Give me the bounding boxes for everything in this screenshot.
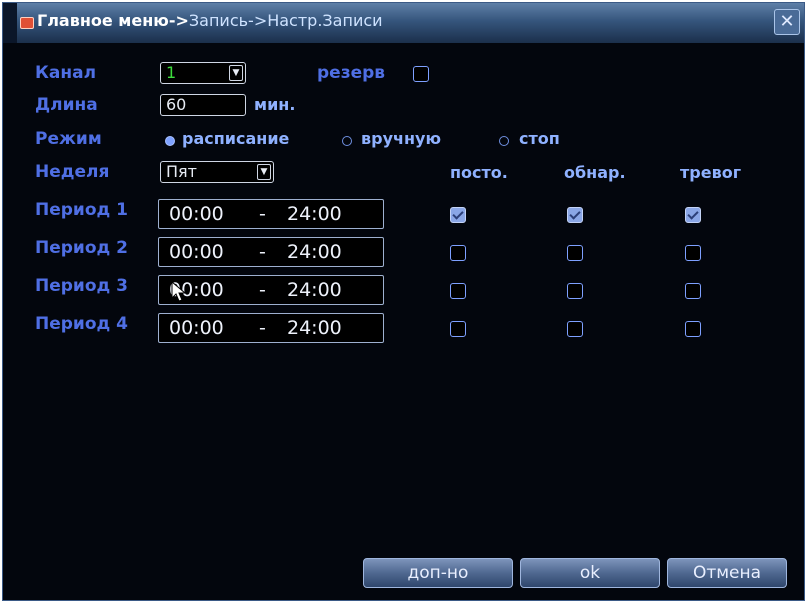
period-time-separator: - [259,317,266,339]
mode-manual-label: вручную [361,129,442,148]
length-unit: мин. [254,95,296,114]
period-label: Период 2 [35,238,128,258]
period-label: Период 3 [35,276,128,296]
mode-manual-radio[interactable] [342,136,352,146]
week-label: Неделя [35,162,110,182]
period-regular-checkbox[interactable] [450,283,466,299]
breadcrumb-main-menu: Главное меню-> [37,11,189,30]
breadcrumb-path: Запись->Настр.Записи [188,11,383,30]
reserve-checkbox[interactable] [413,66,429,82]
period-label: Период 4 [35,314,128,334]
period-start-time: 00:00 [169,241,224,263]
chevron-down-icon: ▼ [257,164,271,180]
breadcrumb: Главное меню->Запись->Настр.Записи [37,11,383,30]
period-regular-checkbox[interactable] [450,321,466,337]
period-regular-checkbox[interactable] [450,245,466,261]
period-alarm-checkbox[interactable] [685,245,701,261]
period-time-separator: - [259,203,266,225]
channel-value: 1 [166,63,177,82]
mode-schedule-label: расписание [182,129,290,148]
mode-stop-label: стоп [519,129,560,148]
record-settings-window: Главное меню->Запись->Настр.Записи ✕ Кан… [2,2,805,601]
channel-select[interactable]: 1 ▼ [160,62,246,84]
chevron-down-icon: ▼ [229,65,243,81]
period-time-input[interactable]: 00:00 - 24:00 [158,199,384,229]
close-icon[interactable]: ✕ [774,9,800,35]
advanced-button[interactable]: доп-но [363,558,513,588]
menu-icon [20,17,34,29]
length-input[interactable]: 60 [160,94,246,116]
week-value: Пят [166,162,197,181]
period-end-time: 24:00 [287,203,342,225]
period-end-time: 24:00 [287,317,342,339]
period-time-separator: - [259,241,266,263]
mode-stop-radio[interactable] [499,136,509,146]
period-time-input[interactable]: 00:00 - 24:00 [158,275,384,305]
period-time-input[interactable]: 00:00 - 24:00 [158,313,384,343]
reserve-label: резерв [317,63,386,83]
period-end-time: 24:00 [287,241,342,263]
length-label: Длина [35,95,98,115]
period-regular-checkbox[interactable] [450,207,466,223]
period-detect-checkbox[interactable] [567,207,583,223]
title-bar-edge [3,3,17,43]
channel-label: Канал [35,63,97,83]
period-label: Период 1 [35,200,128,220]
mode-label: Режим [35,129,102,149]
mouse-cursor-icon [171,281,187,302]
period-detect-checkbox[interactable] [567,321,583,337]
period-time-input[interactable]: 00:00 - 24:00 [158,237,384,267]
period-time-separator: - [259,279,266,301]
column-header-alarm: тревог [680,163,742,182]
mode-schedule-radio[interactable] [165,136,175,146]
ok-button[interactable]: ok [520,558,660,588]
period-alarm-checkbox[interactable] [685,283,701,299]
period-end-time: 24:00 [287,279,342,301]
period-detect-checkbox[interactable] [567,283,583,299]
period-start-time: 00:00 [169,203,224,225]
period-alarm-checkbox[interactable] [685,207,701,223]
period-detect-checkbox[interactable] [567,245,583,261]
column-header-regular: посто. [450,163,508,182]
period-start-time: 00:00 [169,317,224,339]
title-bar: Главное меню->Запись->Настр.Записи ✕ [3,3,804,43]
week-select[interactable]: Пят ▼ [160,161,274,183]
cancel-button[interactable]: Отмена [667,558,787,588]
column-header-detect: обнар. [564,163,626,182]
period-alarm-checkbox[interactable] [685,321,701,337]
